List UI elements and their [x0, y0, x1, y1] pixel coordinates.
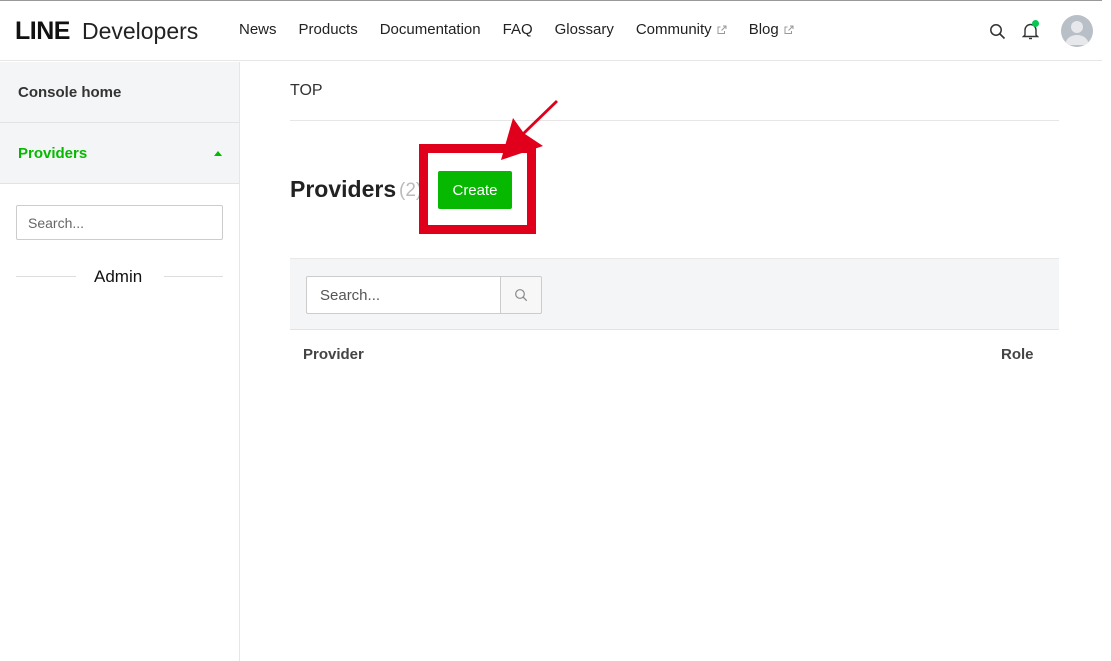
- nav-faq[interactable]: FAQ: [503, 21, 533, 38]
- provider-search-input[interactable]: [306, 276, 501, 314]
- sidebar-item-label: Providers: [18, 144, 88, 162]
- provider-count: (2): [399, 180, 423, 201]
- nav-blog[interactable]: Blog: [749, 21, 794, 38]
- nav-faq-label: FAQ: [502, 21, 533, 38]
- divider: [164, 276, 223, 277]
- search-icon: [515, 289, 528, 302]
- sidebar-item-console-home[interactable]: Console home: [0, 62, 239, 123]
- nav-glossary-label: Glossary: [554, 21, 614, 38]
- nav-community[interactable]: Community: [636, 21, 727, 38]
- breadcrumb[interactable]: TOP: [290, 82, 323, 100]
- nav-news-label: News: [239, 21, 277, 38]
- search-button[interactable]: [500, 276, 542, 314]
- filter-bar: [290, 258, 1059, 330]
- sidebar-item-providers[interactable]: Providers: [0, 123, 239, 184]
- nav-products[interactable]: Products: [299, 21, 358, 38]
- admin-section-label: Admin: [94, 267, 143, 286]
- top-header: LINE Developers News Products Documentat…: [0, 0, 1102, 61]
- sidebar-search-input[interactable]: [16, 205, 223, 240]
- caret-up-icon: [214, 151, 222, 156]
- nav-glossary[interactable]: Glossary: [555, 21, 614, 38]
- create-button[interactable]: Create: [438, 171, 512, 209]
- search-icon[interactable]: [989, 23, 1006, 40]
- user-silhouette-icon: [1065, 21, 1089, 45]
- external-link-icon: [717, 25, 727, 34]
- nav-community-label: Community: [635, 21, 712, 38]
- notification-dot: [1032, 20, 1039, 27]
- line-developers-logo[interactable]: LINE Developers: [15, 17, 198, 45]
- logo-line-text: LINE: [15, 17, 70, 45]
- sidebar: Console home Providers Admin: [0, 62, 240, 661]
- nav-documentation[interactable]: Documentation: [380, 21, 481, 38]
- external-link-icon: [784, 25, 794, 34]
- divider: [290, 120, 1059, 121]
- red-arrow-icon: [501, 100, 558, 160]
- page-title: Providers: [290, 176, 397, 202]
- column-header-role[interactable]: Role: [1001, 346, 1034, 363]
- column-header-provider[interactable]: Provider: [303, 346, 364, 363]
- logo-developers-text: Developers: [81, 18, 199, 44]
- avatar[interactable]: [1061, 15, 1093, 47]
- nav-blog-label: Blog: [748, 21, 779, 38]
- sidebar-item-label: Console home: [18, 83, 122, 101]
- divider: [16, 276, 76, 277]
- nav-documentation-label: Documentation: [379, 21, 481, 38]
- nav-news[interactable]: News: [239, 21, 277, 38]
- nav-products-label: Products: [298, 21, 358, 38]
- main-nav: News Products Documentation FAQ Glossary…: [239, 21, 816, 38]
